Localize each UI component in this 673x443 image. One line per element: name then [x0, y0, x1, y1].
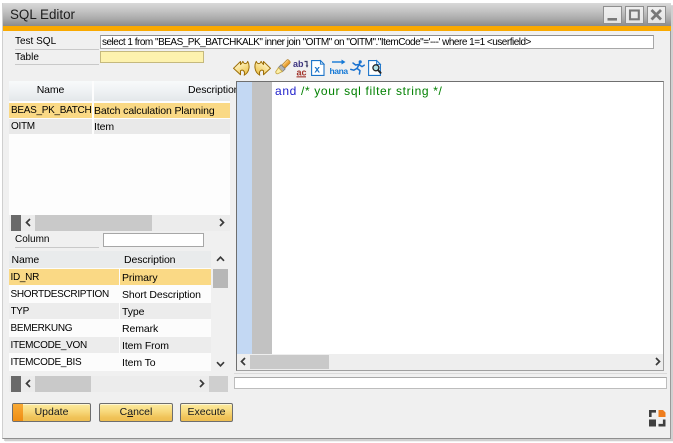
svg-text:x: x	[314, 65, 320, 76]
svg-text:hana: hana	[330, 66, 349, 76]
svg-text:ac: ac	[297, 68, 307, 78]
